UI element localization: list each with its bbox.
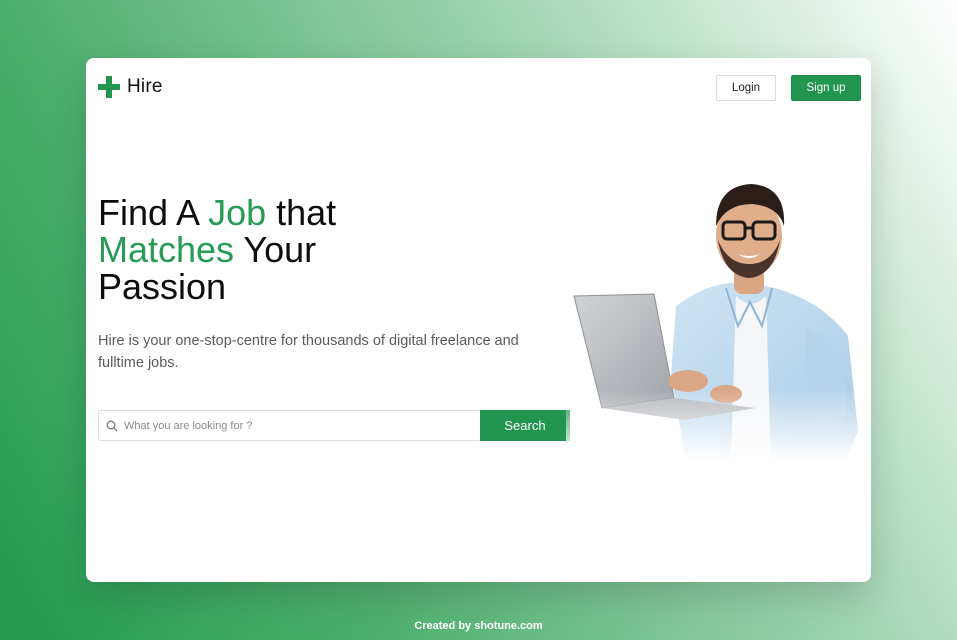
hero-title-accent: Matches [98, 229, 235, 270]
footer-credit: Created by shotune.com [414, 620, 543, 632]
hero-subtitle: Hire is your one-stop-centre for thousan… [98, 333, 519, 371]
search-bar: Search [98, 410, 570, 441]
hero-title: Find A Job that Matches Your Passion [98, 194, 478, 305]
search-icon [106, 420, 118, 431]
signup-button[interactable]: Sign up [791, 75, 861, 101]
search-field[interactable] [98, 410, 480, 441]
hero-title-part: Your [234, 229, 317, 270]
landing-card: Hire Login Sign up Find A Job that Match… [86, 58, 871, 582]
man-with-laptop-photo [566, 176, 866, 460]
brand-logo[interactable]: Hire [98, 76, 163, 98]
hero-title-part: Find A [98, 192, 209, 233]
plus-cross-icon [98, 76, 120, 98]
hero-title-part: Passion [98, 266, 227, 307]
brand-name: Hire [127, 76, 163, 97]
search-input[interactable] [124, 419, 480, 432]
login-button[interactable]: Login [716, 75, 776, 101]
hero-title-accent: Job [208, 192, 267, 233]
hero-title-part: that [266, 192, 337, 233]
search-button[interactable]: Search [480, 410, 570, 441]
